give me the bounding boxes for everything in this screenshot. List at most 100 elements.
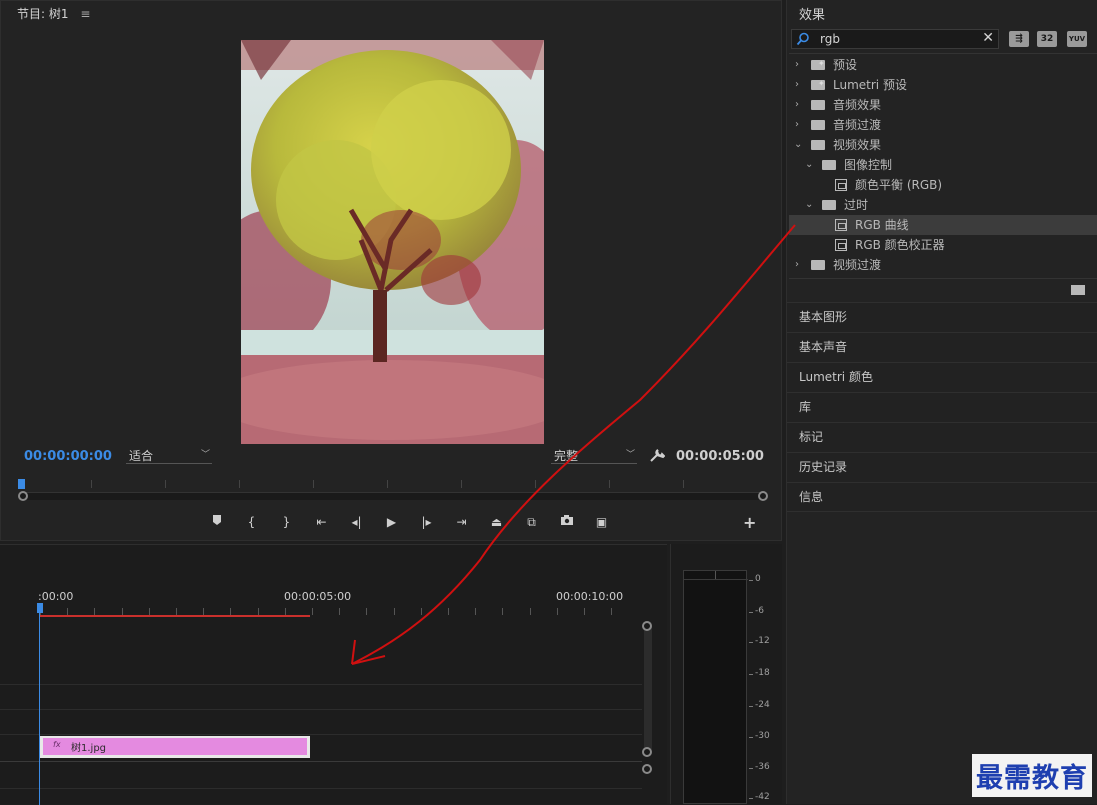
monitor-scrubber[interactable]: [18, 479, 765, 501]
lift-button[interactable]: ⏏: [479, 512, 514, 532]
effects-panel-title[interactable]: 效果: [799, 4, 825, 23]
ruler-tick: [366, 608, 368, 615]
tree-item-video-transitions[interactable]: › 视频过渡: [789, 255, 1097, 275]
folder-icon: [811, 260, 825, 270]
tree-item-label: Lumetri 预设: [833, 78, 907, 92]
32-bit-color-icon[interactable]: 32: [1037, 31, 1057, 47]
tree-item-lumetri-presets[interactable]: › Lumetri 预设: [789, 74, 1097, 95]
folder-icon: [822, 160, 836, 170]
zoom-scrollbar[interactable]: [23, 492, 765, 500]
ruler-tick: [611, 608, 613, 615]
watermark-logo: 最需教育: [972, 754, 1092, 797]
db-label: -12: [755, 636, 770, 646]
ruler-label: :00:00: [38, 590, 74, 603]
mark-in-button[interactable]: {: [234, 512, 269, 532]
panel-info[interactable]: 信息: [787, 482, 1097, 512]
zoom-select[interactable]: 适合 ﹀: [126, 447, 212, 464]
playhead-timecode[interactable]: 00:00:00:00: [24, 449, 112, 464]
playhead-handle[interactable]: [37, 603, 43, 613]
ruler-tick: [393, 608, 395, 615]
playback-resolution-select[interactable]: 完整 ﹀: [551, 447, 637, 464]
scroll-handle-top[interactable]: [642, 764, 652, 774]
tree-item-video-effects[interactable]: ⌄ 视频效果: [789, 135, 1097, 155]
timeline-vertical-scrollbar[interactable]: [644, 621, 652, 753]
ruler-tick: [284, 608, 286, 615]
play-button[interactable]: ▶: [374, 512, 409, 532]
panel-libraries[interactable]: 库: [787, 392, 1097, 422]
playhead-marker[interactable]: [18, 479, 25, 489]
resolution-select-value: 完整: [554, 449, 579, 463]
tree-item-image-control[interactable]: ⌄ 图像控制: [789, 155, 1097, 175]
step-back-icon: ◂|: [351, 515, 362, 529]
comparison-view-button[interactable]: ▣: [584, 512, 619, 532]
panel-essential-graphics[interactable]: 基本图形: [787, 302, 1097, 332]
new-bin-icon[interactable]: [1071, 285, 1085, 295]
panel-markers[interactable]: 标记: [787, 422, 1097, 452]
extract-button[interactable]: ⧉: [514, 512, 549, 532]
work-area-bar[interactable]: [40, 615, 310, 617]
tree-item-label: RGB 颜色校正器: [855, 238, 945, 252]
tree-item-color-balance-rgb[interactable]: 颜色平衡 (RGB): [789, 175, 1097, 195]
tree-item-audio-transitions[interactable]: › 音频过渡: [789, 115, 1097, 135]
ruler-tick: [529, 608, 531, 615]
ruler-tick: [584, 608, 585, 615]
play-icon: ▶: [386, 515, 397, 529]
db-label: -24: [755, 700, 770, 710]
clip-name: 树1.jpg: [71, 743, 107, 754]
ruler-tick: [556, 608, 558, 615]
scroll-handle-bottom[interactable]: [642, 747, 652, 757]
chevron-right-icon: ›: [795, 79, 799, 90]
tree-item-label: 颜色平衡 (RGB): [855, 178, 943, 192]
program-monitor-tab[interactable]: 节目: 树1 ≡: [17, 5, 90, 22]
camera-icon: [560, 515, 573, 525]
playhead-line[interactable]: [39, 605, 40, 805]
effects-search-input[interactable]: rgb ✕: [791, 29, 999, 49]
scroll-handle-right[interactable]: [758, 491, 768, 501]
audio-meter-panel: 0 -6 -12 -18 -24 -30 -36 -42: [670, 544, 782, 804]
tree-item-rgb-curves[interactable]: RGB 曲线: [789, 215, 1097, 235]
export-frame-button[interactable]: [549, 512, 584, 532]
ruler-tick: [475, 608, 477, 615]
tree-item-obsolete[interactable]: ⌄ 过时: [789, 195, 1097, 215]
go-to-out-icon: ⇥: [456, 515, 467, 529]
accelerated-effects-icon[interactable]: ⇶: [1009, 31, 1029, 47]
clear-search-icon[interactable]: ✕: [982, 30, 994, 46]
effect-icon: [835, 239, 847, 251]
chevron-down-icon: ﹀: [625, 450, 635, 460]
add-marker-button[interactable]: [199, 512, 234, 532]
panel-menu-icon[interactable]: ≡: [80, 7, 90, 21]
ruler-label: 00:00:05:00: [284, 590, 352, 603]
ruler-tick: [502, 608, 504, 615]
ruler-tick: [67, 608, 69, 615]
go-to-out-button[interactable]: ⇥: [444, 512, 479, 532]
tree-item-audio-effects[interactable]: › 音频效果: [789, 95, 1097, 115]
chevron-down-icon: ⌄: [794, 139, 803, 150]
db-label: 0: [755, 574, 761, 584]
go-to-in-button[interactable]: ⇤: [304, 512, 339, 532]
scroll-handle-top[interactable]: [642, 621, 652, 631]
mark-out-icon: }: [282, 515, 291, 529]
button-editor-plus-icon[interactable]: +: [743, 513, 756, 532]
step-back-button[interactable]: ◂|: [339, 512, 374, 532]
ruler-tick: [339, 608, 341, 615]
effect-icon: [835, 179, 847, 191]
tree-item-label: 音频效果: [833, 98, 882, 112]
db-label: -36: [755, 762, 770, 772]
panel-essential-sound[interactable]: 基本声音: [787, 332, 1097, 362]
chevron-right-icon: ›: [795, 59, 799, 70]
mark-out-button[interactable]: }: [269, 512, 304, 532]
mark-in-icon: {: [247, 515, 256, 529]
scroll-handle-left[interactable]: [18, 491, 28, 501]
settings-wrench-icon[interactable]: [649, 447, 666, 463]
program-monitor-title: 节目: 树1: [17, 7, 69, 21]
audio-meter: [683, 570, 748, 804]
yuv-effects-icon[interactable]: YUV: [1067, 31, 1087, 47]
timeline-clip[interactable]: fx 树1.jpg: [40, 736, 310, 758]
tree-item-rgb-color-corrector[interactable]: RGB 颜色校正器: [789, 235, 1097, 255]
effects-panel: 效果 rgb ✕ ⇶ 32 YUV › 预设 › Lumetri 预设 › 音频…: [786, 0, 1097, 804]
step-forward-button[interactable]: |▸: [409, 512, 444, 532]
panel-lumetri-color[interactable]: Lumetri 颜色: [787, 362, 1097, 392]
tree-item-presets[interactable]: › 预设: [789, 54, 1097, 75]
ruler-tick: [148, 608, 150, 615]
panel-history[interactable]: 历史记录: [787, 452, 1097, 482]
